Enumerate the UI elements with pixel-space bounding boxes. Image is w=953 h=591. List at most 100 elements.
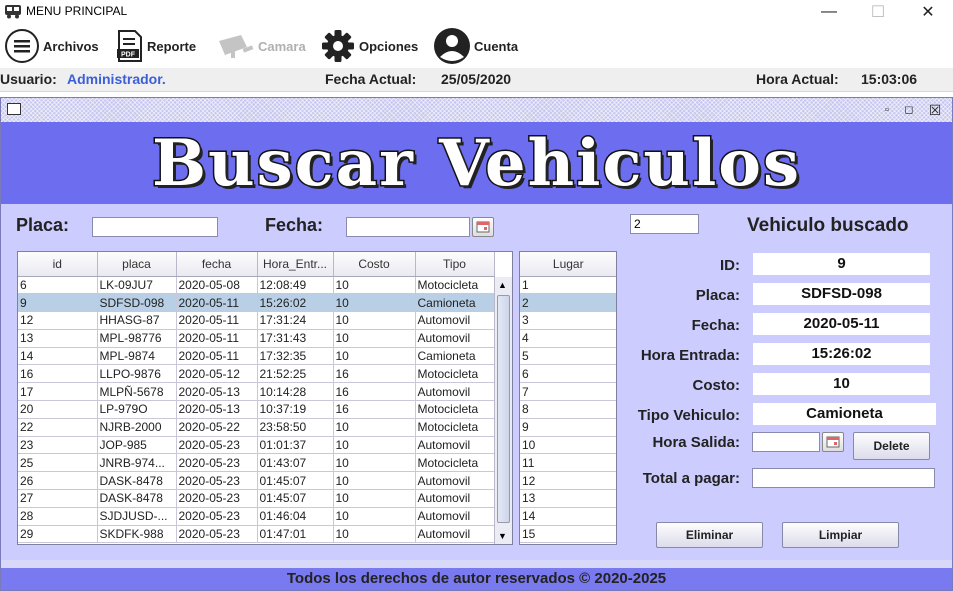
lugar-row[interactable]: 8 <box>520 400 616 419</box>
camera-icon <box>219 35 254 58</box>
table-row[interactable]: 27 DASK-8478 2020-05-23 01:45:07 10 Automovil <box>18 489 495 508</box>
table-row[interactable]: 14 MPL-9874 2020-05-11 17:32:35 10 Camioneta <box>18 347 495 366</box>
vehicles-table: id placa fecha Hora_Entr... Costo Tipo 6 LK-09… <box>17 251 513 545</box>
table-cell: 10 <box>333 276 416 295</box>
lugar-row[interactable]: 5 <box>520 347 616 366</box>
table-cell: SKDFK-988 <box>97 525 177 544</box>
table-row[interactable]: 25 JNRB-974... 2020-05-23 01:43:07 10 Motocic… <box>18 453 495 473</box>
table-cell: 17:31:43 <box>257 329 334 348</box>
hora-salida-calendar-button[interactable] <box>822 432 844 452</box>
column-header[interactable]: Hora_Entr... <box>257 252 334 277</box>
table-cell: 16 <box>18 364 98 384</box>
table-cell: Automovil <box>415 329 495 348</box>
archivos-button[interactable]: Archivos <box>4 28 99 64</box>
lugar-row[interactable]: 14 <box>520 507 616 526</box>
lugar-row[interactable]: 11 <box>520 453 616 473</box>
scroll-thumb[interactable] <box>497 295 510 523</box>
minimize-button[interactable]: — <box>806 0 852 24</box>
table-cell: 10 <box>333 507 416 526</box>
table-row[interactable]: 13 MPL-98776 2020-05-11 17:31:43 10 Automovil <box>18 329 495 348</box>
frame-title-bar[interactable]: ▫ ◻ ☒ <box>1 98 952 122</box>
table-row[interactable]: 12 HHASG-87 2020-05-11 17:31:24 10 Automovil <box>18 311 495 330</box>
user-label: Usuario: <box>0 71 57 87</box>
table-row[interactable]: 6 LK-09JU7 2020-05-08 12:08:49 10 Motocicleta <box>18 276 495 295</box>
lugar-row[interactable]: 13 <box>520 489 616 508</box>
table-row[interactable]: 20 LP-979O 2020-05-13 10:37:19 16 Motocicleta <box>18 400 495 419</box>
table-row[interactable]: 29 SKDFK-988 2020-05-23 01:47:01 10 Automovil <box>18 525 495 544</box>
table-row[interactable]: 22 NJRB-2000 2020-05-22 23:58:50 10 Motocicle… <box>18 418 495 437</box>
buscar-vehiculos-frame: ▫ ◻ ☒ Buscar Vehiculos Placa: Fecha: Veh… <box>0 97 953 591</box>
hora-salida-input[interactable] <box>752 432 820 452</box>
lugar-row[interactable]: 2 <box>520 293 616 313</box>
column-header[interactable]: Tipo <box>415 252 495 277</box>
toolbar: Archivos PDF Reporte Camara Opciones Cue… <box>0 24 953 68</box>
cuenta-button[interactable]: Cuenta <box>433 28 518 64</box>
close-button[interactable]: ✕ <box>905 0 951 24</box>
fecha-search-input[interactable] <box>346 217 470 237</box>
opciones-label: Opciones <box>359 38 419 54</box>
scroll-up-icon[interactable]: ▲ <box>498 280 507 290</box>
column-header[interactable]: Costo <box>333 252 416 277</box>
lugar-row[interactable]: 6 <box>520 364 616 384</box>
column-header[interactable]: fecha <box>176 252 258 277</box>
lugar-cell: 15 <box>520 525 616 544</box>
table-row[interactable]: 17 MLPÑ-5678 2020-05-13 10:14:28 16 Automovil <box>18 382 495 402</box>
table-cell: 10 <box>333 489 416 508</box>
maximize-button[interactable]: ☐ <box>855 0 901 24</box>
table-cell: HHASG-87 <box>97 311 177 330</box>
table-row[interactable]: 9 SDFSD-098 2020-05-11 15:26:02 10 Camioneta <box>18 293 495 313</box>
table-cell: Motocicleta <box>415 364 495 384</box>
window-title: MENU PRINCIPAL <box>26 4 128 18</box>
table-cell: 16 <box>333 364 416 384</box>
table-cell: 17:32:35 <box>257 347 334 366</box>
lugar-row[interactable]: 10 <box>520 436 616 455</box>
total-pagar-input[interactable] <box>752 468 935 488</box>
cuenta-label: Cuenta <box>474 38 519 54</box>
lugar-row[interactable]: 7 <box>520 382 616 402</box>
table-cell: 2020-05-11 <box>176 347 258 366</box>
table-cell: 2020-05-23 <box>176 436 258 455</box>
table-cell: 10 <box>333 293 416 313</box>
lugar-row[interactable]: 1 <box>520 276 616 295</box>
table-row[interactable]: 28 SJDJUSD-... 2020-05-23 01:46:04 10 Automov… <box>18 507 495 526</box>
bus-icon <box>5 5 21 19</box>
table-row[interactable]: 16 LLPO-9876 2020-05-12 21:52:25 16 Motocicle… <box>18 364 495 384</box>
fecha-calendar-button[interactable] <box>472 217 494 237</box>
limpiar-button[interactable]: Limpiar <box>782 522 899 548</box>
lugar-row[interactable]: 9 <box>520 418 616 437</box>
frame-maximize-button[interactable]: ◻ <box>901 102 917 118</box>
delete-button[interactable]: Delete <box>853 432 930 460</box>
table-scrollbar[interactable]: ▲ ▼ <box>494 277 512 544</box>
table-cell: Automovil <box>415 311 495 330</box>
id-search-input[interactable] <box>630 214 699 234</box>
table-cell: 23:58:50 <box>257 418 334 437</box>
column-header[interactable]: placa <box>97 252 177 277</box>
opciones-button[interactable]: Opciones <box>320 28 418 64</box>
camara-button[interactable]: Camara <box>217 28 306 64</box>
table-cell: SDFSD-098 <box>97 293 177 313</box>
table-row[interactable]: 23 JOP-985 2020-05-23 01:01:37 10 Automovil <box>18 436 495 455</box>
table-row[interactable]: 26 DASK-8478 2020-05-23 01:45:07 10 Automovil <box>18 471 495 491</box>
lugar-row[interactable]: 12 <box>520 471 616 491</box>
lugar-row[interactable]: 15 <box>520 525 616 544</box>
table-cell: 2020-05-11 <box>176 311 258 330</box>
column-header[interactable]: id <box>18 252 98 277</box>
scroll-down-icon[interactable]: ▼ <box>498 531 507 541</box>
lugar-row[interactable]: 3 <box>520 311 616 330</box>
placa-search-input[interactable] <box>92 217 218 237</box>
frame-iconify-button[interactable]: ▫ <box>879 102 895 118</box>
frame-close-button[interactable]: ☒ <box>927 102 943 118</box>
lugar-cell: 12 <box>520 471 616 491</box>
table-cell: JNRB-974... <box>97 453 177 473</box>
lugar-row[interactable]: 4 <box>520 329 616 348</box>
table-cell: MPL-9874 <box>97 347 177 366</box>
table-cell: 22 <box>18 418 98 437</box>
eliminar-button[interactable]: Eliminar <box>656 522 763 548</box>
table-cell: 2020-05-23 <box>176 471 258 491</box>
table-cell: 16 <box>333 400 416 419</box>
total-pagar-label: Total a pagar: <box>642 470 740 487</box>
tipo-vehiculo-value: Camioneta <box>753 403 936 425</box>
footer-separator <box>1 560 952 568</box>
lugar-column-header[interactable]: Lugar <box>520 252 616 277</box>
reporte-button[interactable]: PDF Reporte <box>116 28 196 64</box>
